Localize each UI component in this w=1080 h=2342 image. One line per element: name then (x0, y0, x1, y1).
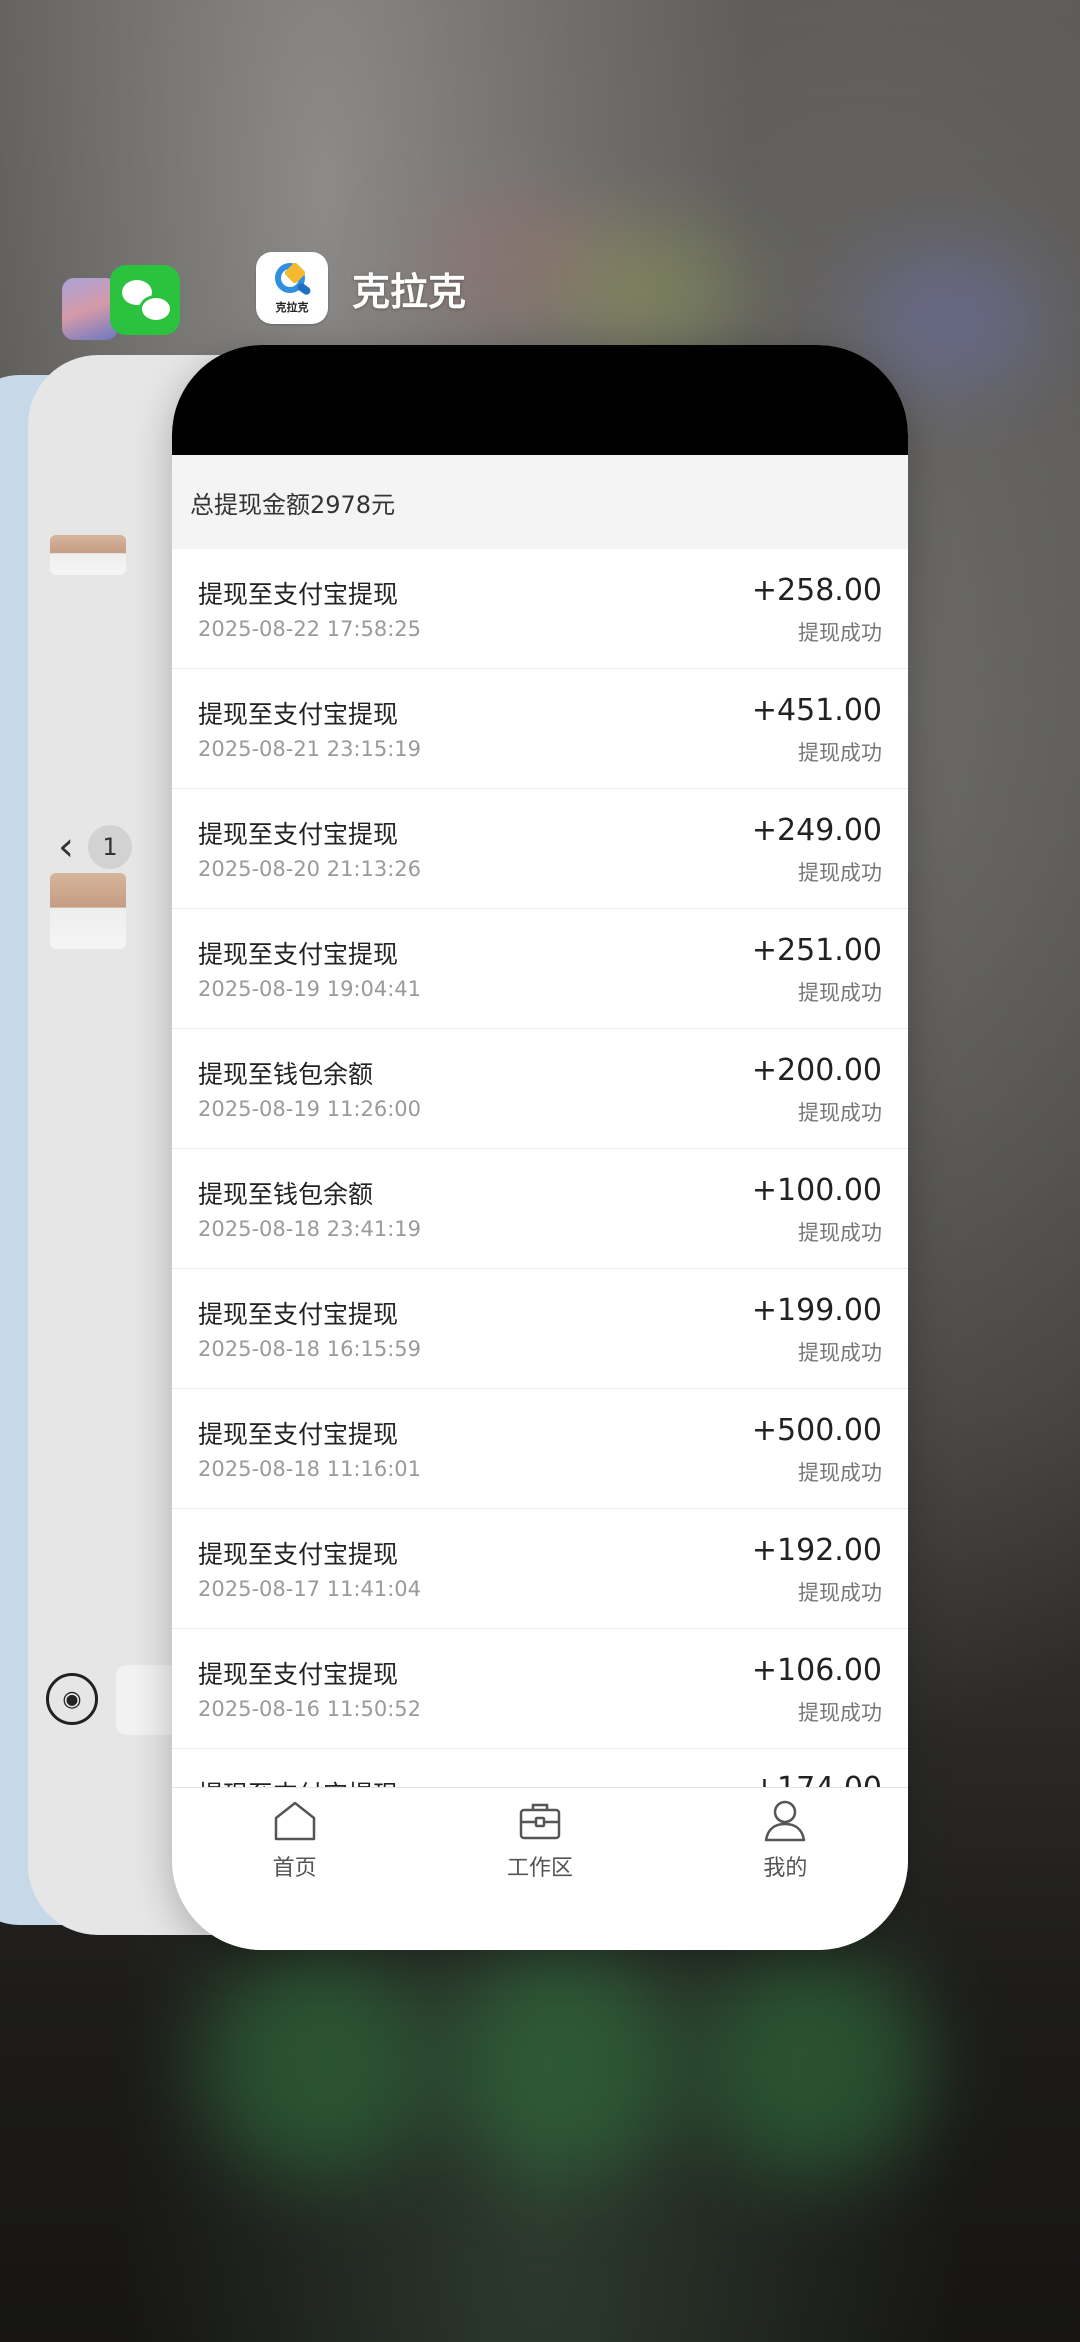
list-item[interactable]: 提现至支付宝提现 2025-08-16 11:50:52 +106.00 提现成… (172, 1629, 908, 1749)
list-item[interactable]: 提现至支付宝提现 2025-08-17 11:41:04 +192.00 提现成… (172, 1509, 908, 1629)
item-title: 提现至钱包余额 (198, 1180, 374, 1209)
list-item[interactable]: 提现至支付宝提现 2025-08-20 21:13:26 +249.00 提现成… (172, 789, 908, 909)
item-time: 2025-08-22 17:58:25 (198, 617, 422, 641)
item-title: 提现至支付宝提现 (198, 1660, 399, 1689)
app-name: 克拉克 (352, 269, 467, 314)
wechat-app-icon (110, 265, 180, 335)
item-time: 2025-08-19 19:04:41 (198, 977, 422, 1001)
item-time: 2025-08-21 23:15:19 (198, 737, 422, 761)
list-item[interactable]: 提现至支付宝提现 2025-08-19 19:04:41 +251.00 提现成… (172, 909, 908, 1029)
item-amount: +192.00 (751, 1533, 882, 1568)
avatar (50, 535, 126, 575)
item-status: 提现成功 (798, 1101, 882, 1125)
item-amount: +199.00 (751, 1293, 882, 1328)
item-time: 2025-08-20 21:13:26 (198, 857, 422, 881)
list-item[interactable]: 提现至钱包余额 2025-08-19 11:26:00 +200.00 提现成功 (172, 1029, 908, 1149)
item-title: 提现至支付宝提现 (198, 1540, 399, 1569)
list-item[interactable]: 提现至支付宝提现 2025-08-21 23:15:19 +451.00 提现成… (172, 669, 908, 789)
tab-workspace[interactable]: 工作区 (417, 1788, 662, 1950)
tab-profile[interactable]: 我的 (663, 1788, 908, 1950)
list-item[interactable]: 提现至支付宝提现 2025-08-18 16:15:59 +199.00 提现成… (172, 1269, 908, 1389)
briefcase-icon (519, 1803, 561, 1840)
item-status: 提现成功 (798, 981, 882, 1005)
item-status: 提现成功 (798, 1581, 882, 1605)
status-area (172, 345, 908, 455)
transaction-list: 提现至支付宝提现 2025-08-22 17:58:25 +258.00 提现成… (172, 549, 908, 1795)
item-amount: +258.00 (751, 573, 882, 608)
avatar (50, 873, 126, 949)
item-title: 提现至支付宝提现 (198, 580, 399, 609)
item-title: 提现至支付宝提现 (198, 1420, 399, 1449)
item-amount: +106.00 (751, 1653, 882, 1688)
item-time: 2025-08-18 11:16:01 (198, 1457, 422, 1481)
item-amount: +200.00 (751, 1053, 882, 1088)
bottom-tab-bar: 首页 工作区 我的 (172, 1787, 908, 1950)
tab-home[interactable]: 首页 (172, 1788, 417, 1950)
total-withdrawal-summary: 总提现金额2978元 (172, 455, 908, 549)
app-card[interactable]: 总提现金额2978元 提现至支付宝提现 2025-08-22 17:58:25 … (172, 345, 908, 1950)
list-item[interactable]: 提现至钱包余额 2025-08-18 23:41:19 +100.00 提现成功 (172, 1149, 908, 1269)
tab-label: 工作区 (506, 1856, 573, 1881)
item-title: 提现至支付宝提现 (198, 700, 399, 729)
list-item[interactable]: 提现至支付宝提现 2025-08-22 17:58:25 +258.00 提现成… (172, 549, 908, 669)
item-status: 提现成功 (798, 1701, 882, 1725)
item-amount: +500.00 (751, 1413, 882, 1448)
item-status: 提现成功 (798, 1461, 882, 1485)
list-item[interactable]: 提现至支付宝提现 2025-08-18 11:16:01 +500.00 提现成… (172, 1389, 908, 1509)
tab-label: 我的 (763, 1856, 808, 1881)
item-status: 提现成功 (798, 1221, 882, 1245)
item-time: 2025-08-18 23:41:19 (198, 1217, 422, 1241)
item-title: 提现至支付宝提现 (198, 1300, 399, 1329)
tab-label: 首页 (272, 1856, 317, 1881)
item-title: 提现至支付宝提现 (198, 940, 399, 969)
item-amount: +100.00 (751, 1173, 882, 1208)
item-time: 2025-08-17 11:41:04 (198, 1577, 422, 1601)
item-status: 提现成功 (798, 861, 882, 885)
item-title: 提现至支付宝提现 (198, 820, 399, 849)
item-title: 提现至钱包余额 (198, 1060, 374, 1089)
back-chevron-icon: ‹ (58, 824, 74, 870)
voice-input-icon: ◉ (46, 1673, 98, 1725)
item-time: 2025-08-18 16:15:59 (198, 1337, 422, 1361)
summary-text: 总提现金额2978元 (190, 490, 396, 519)
item-time: 2025-08-19 11:26:00 (198, 1097, 422, 1121)
item-amount: +251.00 (751, 933, 882, 968)
unread-badge: 1 (88, 825, 132, 869)
app-logo-icon: 克拉克 (256, 252, 328, 324)
item-time: 2025-08-16 11:50:52 (198, 1697, 422, 1721)
app-switcher-header: 克拉克 克拉克 (256, 252, 466, 324)
user-icon (765, 1800, 806, 1842)
item-status: 提现成功 (798, 1341, 882, 1365)
home-icon (274, 1801, 315, 1841)
item-amount: +249.00 (751, 813, 882, 848)
item-amount: +451.00 (751, 693, 882, 728)
item-status: 提现成功 (798, 741, 882, 765)
item-status: 提现成功 (798, 621, 882, 645)
